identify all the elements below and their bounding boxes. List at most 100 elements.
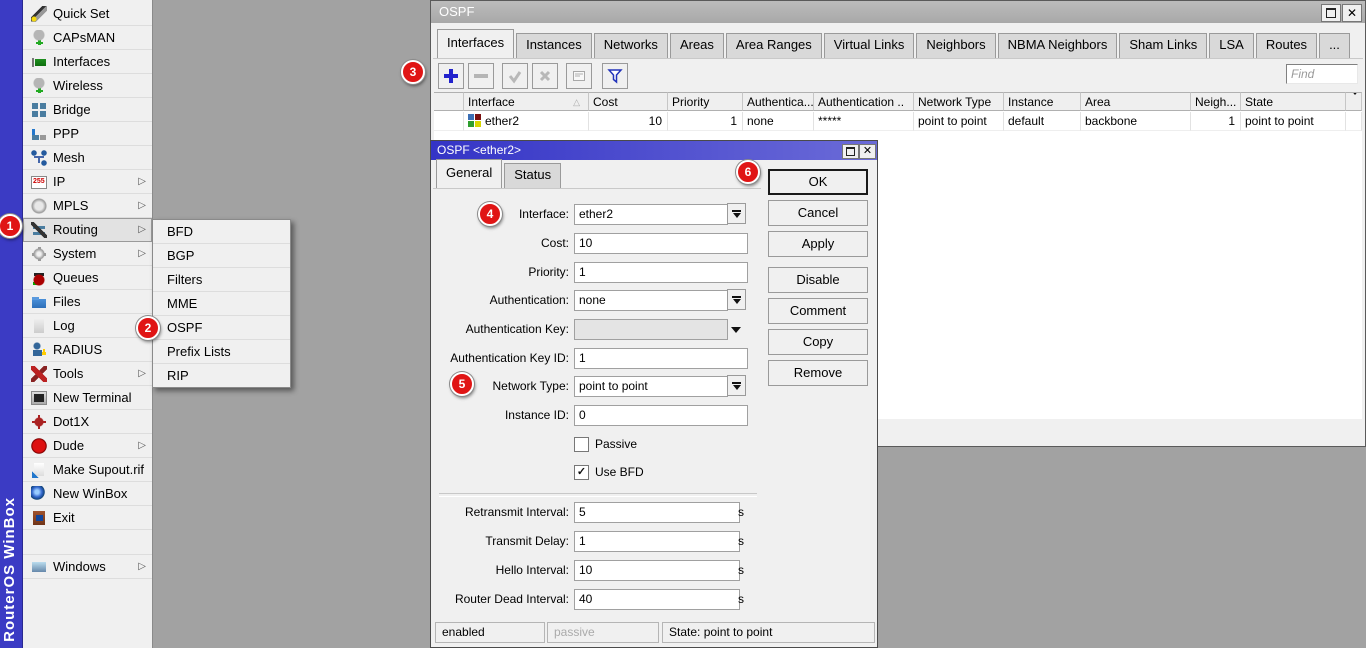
sidebar-item-new-terminal[interactable]: New Terminal [23, 386, 152, 410]
tab-neighbors[interactable]: Neighbors [916, 33, 995, 58]
sidebar-item-radius[interactable]: RADIUS [23, 338, 152, 362]
ok-button[interactable]: OK [768, 169, 868, 195]
menu-item-bgp[interactable]: BGP [153, 244, 290, 268]
bridge-icon [31, 102, 47, 118]
menu-item-filters[interactable]: Filters [153, 268, 290, 292]
close-button[interactable]: ✕ [1342, 4, 1362, 22]
network-type-field[interactable]: point to point [574, 376, 728, 397]
remove-button[interactable]: Remove [768, 360, 868, 386]
column-header-interface[interactable]: Interface△ [464, 92, 589, 111]
cancel-button[interactable]: Cancel [768, 200, 868, 226]
sidebar-item-tools[interactable]: Tools▷ [23, 362, 152, 386]
tab-more[interactable]: ... [1319, 33, 1350, 58]
ospf-window-titlebar[interactable]: OSPF [431, 1, 1365, 23]
network-type-dropdown-button[interactable] [727, 375, 746, 396]
sidebar-item-quick-set[interactable]: Quick Set [23, 2, 152, 26]
menu-item-mme[interactable]: MME [153, 292, 290, 316]
tab-general[interactable]: General [436, 159, 502, 188]
column-header-area[interactable]: Area [1081, 92, 1191, 111]
remove-button-toolbar[interactable] [468, 63, 494, 89]
authentication-key-id-label: Authentication Key ID: [435, 348, 569, 369]
tab-virtual-links[interactable]: Virtual Links [824, 33, 915, 58]
sidebar-item-mesh[interactable]: Mesh [23, 146, 152, 170]
tab-lsa[interactable]: LSA [1209, 33, 1254, 58]
column-header-neighbors[interactable]: Neigh... [1191, 92, 1241, 111]
column-header-state[interactable]: State [1241, 92, 1346, 111]
column-header-network-type[interactable]: Network Type [914, 92, 1004, 111]
router-dead-interval-field[interactable]: 40 [574, 589, 740, 610]
dialog-maximize-button[interactable] [842, 144, 859, 159]
maximize-button[interactable] [1321, 4, 1341, 22]
tab-routes[interactable]: Routes [1256, 33, 1317, 58]
column-header-authentication-key[interactable]: Authentication .. [814, 92, 914, 111]
menu-item-rip[interactable]: RIP [153, 364, 290, 387]
tab-instances[interactable]: Instances [516, 33, 592, 58]
interface-dropdown-button[interactable] [727, 203, 746, 224]
tab-status[interactable]: Status [504, 163, 561, 188]
add-button[interactable] [438, 63, 464, 89]
transmit-delay-field[interactable]: 1 [574, 531, 740, 552]
column-header-priority[interactable]: Priority [668, 92, 743, 111]
disable-button-toolbar[interactable] [532, 63, 558, 89]
cost-field[interactable]: 10 [574, 233, 748, 254]
tab-area-ranges[interactable]: Area Ranges [726, 33, 822, 58]
copy-button[interactable]: Copy [768, 329, 868, 355]
tab-interfaces[interactable]: Interfaces [437, 29, 514, 58]
menu-item-ospf[interactable]: OSPF [153, 316, 290, 340]
find-input[interactable] [1286, 64, 1358, 84]
column-header-cost[interactable]: Cost [589, 92, 668, 111]
interface-field[interactable]: ether2 [574, 204, 728, 225]
column-header-instance[interactable]: Instance [1004, 92, 1081, 111]
menu-item-bfd[interactable]: BFD [153, 220, 290, 244]
sidebar-item-mpls[interactable]: MPLS▷ [23, 194, 152, 218]
sidebar-item-dude[interactable]: Dude▷ [23, 434, 152, 458]
authentication-dropdown-button[interactable] [727, 289, 746, 310]
sidebar-item-wireless[interactable]: Wireless [23, 74, 152, 98]
sidebar-item-queues[interactable]: Queues [23, 266, 152, 290]
column-options-button[interactable] [1346, 92, 1362, 111]
sidebar-item-ppp[interactable]: PPP [23, 122, 152, 146]
authentication-key-id-field[interactable]: 1 [574, 348, 748, 369]
filter-button[interactable] [602, 63, 628, 89]
use-bfd-checkbox-row[interactable]: ✓ Use BFD [574, 465, 644, 480]
comment-button[interactable]: Comment [768, 298, 868, 324]
sidebar-item-windows[interactable]: Windows▷ [23, 555, 152, 579]
sidebar-item-new-winbox[interactable]: New WinBox [23, 482, 152, 506]
sidebar-item-dot1x[interactable]: Dot1X [23, 410, 152, 434]
column-header-select[interactable] [434, 92, 464, 111]
menu-item-prefix-lists[interactable]: Prefix Lists [153, 340, 290, 364]
authentication-field[interactable]: none [574, 290, 728, 311]
tab-areas[interactable]: Areas [670, 33, 724, 58]
disable-button[interactable]: Disable [768, 267, 868, 293]
form-separator [439, 493, 757, 497]
sidebar-item-files[interactable]: Files [23, 290, 152, 314]
sidebar-item-make-supout[interactable]: Make Supout.rif [23, 458, 152, 482]
sidebar-item-capsman[interactable]: CAPsMAN [23, 26, 152, 50]
retransmit-interval-field[interactable]: 5 [574, 502, 740, 523]
passive-checkbox-row[interactable]: Passive [574, 437, 637, 452]
use-bfd-checkbox[interactable]: ✓ [574, 465, 589, 480]
sidebar-item-ip[interactable]: IP▷ [23, 170, 152, 194]
dialog-close-button[interactable]: ✕ [859, 144, 876, 159]
sidebar-item-system[interactable]: System▷ [23, 242, 152, 266]
chevron-down-icon[interactable] [731, 327, 741, 333]
instance-id-field[interactable]: 0 [574, 405, 748, 426]
apply-button[interactable]: Apply [768, 231, 868, 257]
submenu-arrow-icon: ▷ [138, 440, 146, 451]
tab-nbma-neighbors[interactable]: NBMA Neighbors [998, 33, 1118, 58]
sidebar-item-interfaces[interactable]: Interfaces [23, 50, 152, 74]
priority-field[interactable]: 1 [574, 262, 748, 283]
comment-button-toolbar[interactable] [566, 63, 592, 89]
column-header-authentication[interactable]: Authentica... [743, 92, 814, 111]
dialog-titlebar[interactable]: OSPF <ether2> [431, 141, 877, 160]
tab-divider [433, 58, 1363, 59]
enable-button[interactable] [502, 63, 528, 89]
sidebar-item-exit[interactable]: Exit [23, 506, 152, 530]
tab-networks[interactable]: Networks [594, 33, 668, 58]
sidebar-item-log[interactable]: Log [23, 314, 152, 338]
tab-sham-links[interactable]: Sham Links [1119, 33, 1207, 58]
sidebar-item-bridge[interactable]: Bridge [23, 98, 152, 122]
passive-checkbox[interactable] [574, 437, 589, 452]
sidebar-item-routing[interactable]: Routing▷ [23, 218, 152, 242]
hello-interval-field[interactable]: 10 [574, 560, 740, 581]
